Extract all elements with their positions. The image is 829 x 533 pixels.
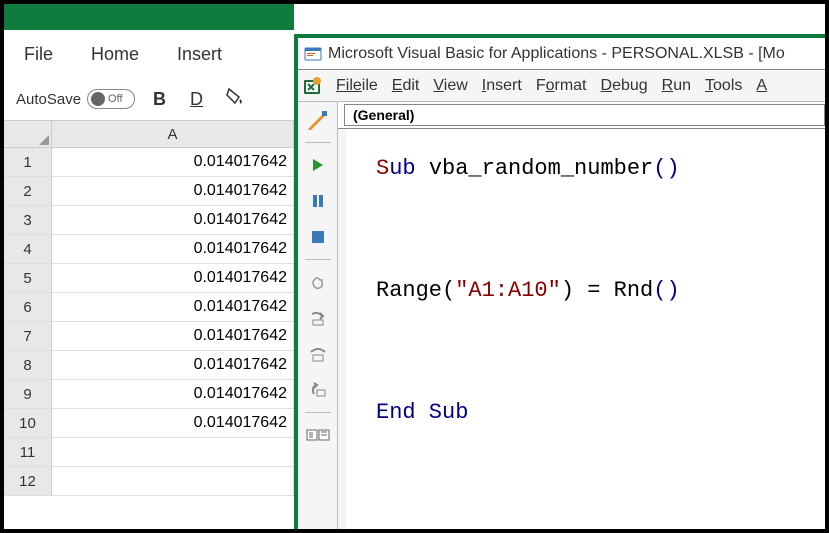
grid-header-row: A (4, 120, 294, 148)
row-header[interactable]: 10 (4, 409, 52, 437)
vbe-code-editor: (General) Sub vba_random_number() Range(… (338, 102, 825, 529)
run-icon[interactable] (304, 151, 332, 179)
vbe-menu-file[interactable]: Fileile (336, 77, 378, 95)
view-buttons[interactable] (304, 421, 332, 449)
menu-file[interactable]: File (24, 44, 53, 65)
table-row: 70.014017642 (4, 322, 294, 351)
excel-grid: A 10.01401764220.01401764230.01401764240… (4, 120, 294, 496)
vbe-menu-debug[interactable]: Debug (601, 77, 648, 95)
excel-window: File Home Insert AutoSave Off B D (4, 4, 294, 529)
vbe-menu-addins[interactable]: A (756, 77, 767, 95)
cell[interactable]: 0.014017642 (52, 409, 294, 437)
row-header[interactable]: 12 (4, 467, 52, 495)
vbe-window: Microsoft Visual Basic for Applications … (294, 34, 825, 529)
table-row: 12 (4, 467, 294, 496)
excel-return-icon[interactable] (302, 76, 322, 96)
menu-home[interactable]: Home (91, 44, 139, 65)
table-row: 100.014017642 (4, 409, 294, 438)
cell[interactable] (52, 467, 294, 495)
table-row: 50.014017642 (4, 264, 294, 293)
vbe-menu-view[interactable]: View (433, 77, 467, 95)
table-row: 80.014017642 (4, 351, 294, 380)
excel-toolbar: AutoSave Off B D (4, 78, 294, 120)
autosave-toggle-group: AutoSave Off (16, 89, 135, 109)
vbe-menu-insert[interactable]: Insert (482, 77, 522, 95)
row-header[interactable]: 11 (4, 438, 52, 466)
table-row: 60.014017642 (4, 293, 294, 322)
cell[interactable] (52, 438, 294, 466)
row-header[interactable]: 1 (4, 148, 52, 176)
vbe-menu-format[interactable]: Format (536, 77, 587, 95)
row-header[interactable]: 9 (4, 380, 52, 408)
cell[interactable]: 0.014017642 (52, 322, 294, 350)
vbe-titlebar: Microsoft Visual Basic for Applications … (298, 38, 825, 70)
step-over-icon[interactable] (304, 340, 332, 368)
cell[interactable]: 0.014017642 (52, 206, 294, 234)
excel-titlebar (4, 4, 294, 30)
cell[interactable]: 0.014017642 (52, 293, 294, 321)
stop-icon[interactable] (304, 223, 332, 251)
cell[interactable]: 0.014017642 (52, 351, 294, 379)
vbe-app-icon (304, 45, 322, 63)
breakpoint-hand-icon[interactable] (304, 268, 332, 296)
vbe-menubar: Fileile Edit View Insert Format Debug Ru… (298, 70, 825, 102)
row-header[interactable]: 8 (4, 351, 52, 379)
table-row: 90.014017642 (4, 380, 294, 409)
menu-insert[interactable]: Insert (177, 44, 222, 65)
row-header[interactable]: 6 (4, 293, 52, 321)
vbe-menu-edit[interactable]: Edit (392, 77, 420, 95)
column-header-a[interactable]: A (52, 121, 294, 147)
pause-icon[interactable] (304, 187, 332, 215)
vbe-title: Microsoft Visual Basic for Applications … (328, 45, 785, 63)
design-mode-icon[interactable] (304, 106, 332, 134)
table-row: 40.014017642 (4, 235, 294, 264)
excel-menubar: File Home Insert (4, 30, 294, 78)
table-row: 10.014017642 (4, 148, 294, 177)
code-pane[interactable]: Sub vba_random_number() Range("A1:A10") … (338, 129, 825, 529)
table-row: 30.014017642 (4, 206, 294, 235)
row-header[interactable]: 7 (4, 322, 52, 350)
cell[interactable]: 0.014017642 (52, 264, 294, 292)
autosave-toggle[interactable]: Off (87, 89, 135, 109)
autosave-state: Off (108, 93, 122, 105)
cell[interactable]: 0.014017642 (52, 177, 294, 205)
toggle-knob (91, 92, 105, 106)
row-header[interactable]: 3 (4, 206, 52, 234)
row-header[interactable]: 4 (4, 235, 52, 263)
vbe-dropdown-bar: (General) (338, 102, 825, 129)
step-into-icon[interactable] (304, 304, 332, 332)
underline-button[interactable]: D (184, 87, 209, 112)
vbe-debug-toolbar (298, 102, 338, 529)
bold-button[interactable]: B (147, 87, 172, 112)
cell[interactable]: 0.014017642 (52, 380, 294, 408)
cell[interactable]: 0.014017642 (52, 148, 294, 176)
step-out-icon[interactable] (304, 376, 332, 404)
object-dropdown[interactable]: (General) (344, 104, 825, 126)
row-header[interactable]: 2 (4, 177, 52, 205)
vbe-menu-run[interactable]: Run (662, 77, 691, 95)
fill-color-icon[interactable] (225, 87, 247, 111)
autosave-label: AutoSave (16, 91, 81, 108)
vbe-menu-tools[interactable]: Tools (705, 77, 742, 95)
select-all-corner[interactable] (4, 121, 52, 147)
table-row: 11 (4, 438, 294, 467)
table-row: 20.014017642 (4, 177, 294, 206)
row-header[interactable]: 5 (4, 264, 52, 292)
cell[interactable]: 0.014017642 (52, 235, 294, 263)
